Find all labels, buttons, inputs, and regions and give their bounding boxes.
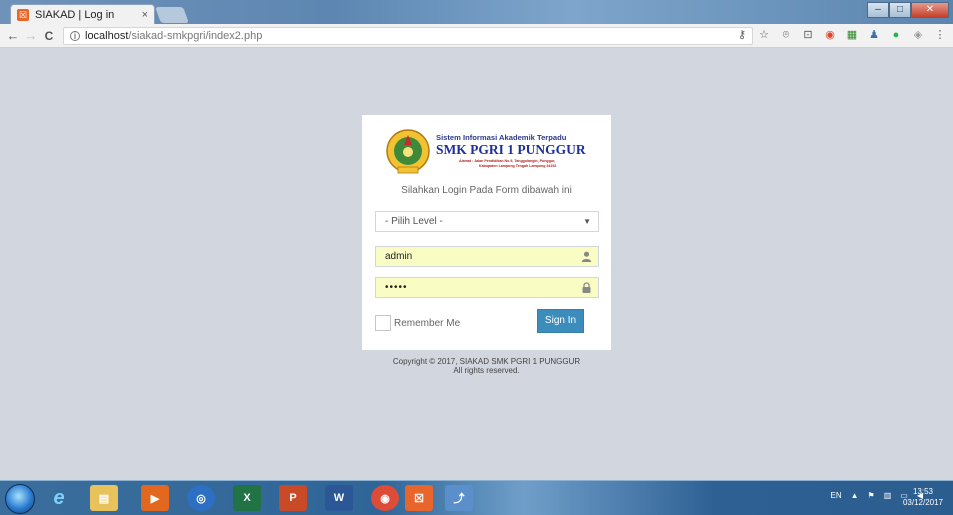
puzzle-icon[interactable]: ◈ xyxy=(911,28,925,42)
word-icon[interactable]: W xyxy=(325,485,353,511)
window-controls: – □ ✕ xyxy=(867,2,949,18)
chat-icon[interactable]: ● xyxy=(889,28,903,42)
screen: { "browser": { "tab_title": "SIAKAD | Lo… xyxy=(0,0,953,515)
emblem-icon xyxy=(386,129,430,174)
tab-close-icon[interactable]: × xyxy=(142,9,148,21)
excel-icon[interactable]: X xyxy=(233,485,261,511)
extension-icons: ⚷ ☆ ⌾ ⊡ ◉ ▦ ♟ ● ◈ ⋮ xyxy=(735,28,947,42)
star-icon[interactable]: ☆ xyxy=(757,28,771,42)
tab-title: SIAKAD | Log in xyxy=(35,8,115,21)
pinned-app-icon[interactable]: ⤴ xyxy=(445,485,473,511)
screenshot-icon[interactable]: ⊡ xyxy=(801,28,815,42)
username-value: admin xyxy=(385,251,413,262)
sign-in-button[interactable]: Sign In xyxy=(537,309,584,333)
file-explorer-icon[interactable]: ▤ xyxy=(90,485,118,511)
remember-me[interactable]: Remember Me xyxy=(375,315,460,331)
svg-text:Kabupaten Lampung Tengah Lamp: Kabupaten Lampung Tengah Lampung 34152 xyxy=(479,164,556,168)
password-value: ••••• xyxy=(385,282,408,293)
url-host: localhost xyxy=(85,30,129,42)
clock-date: 03/12/2017 xyxy=(902,498,943,507)
address-bar[interactable]: i localhost/siakad-smkpgri/index2.php xyxy=(63,27,753,45)
key-icon[interactable]: ⚷ xyxy=(735,28,749,42)
svg-text:Alamat : Jalan Pendidikan No.9: Alamat : Jalan Pendidikan No.9, Tanggula… xyxy=(459,159,555,163)
cast-icon[interactable]: ⌾ xyxy=(779,28,793,42)
svg-text:Sistem Informasi Akademik Terp: Sistem Informasi Akademik Terpadu xyxy=(436,133,567,142)
internet-explorer-icon[interactable]: e xyxy=(45,485,73,511)
flag-icon[interactable]: ⚑ xyxy=(868,491,875,500)
network-icon[interactable]: ▥ xyxy=(884,491,892,500)
clock-time: 13:53 xyxy=(912,487,933,496)
copyright-line-2: All rights reserved. xyxy=(453,366,520,375)
clock[interactable]: 13:53 03/12/2017 xyxy=(903,486,943,508)
copyright: Copyright © 2017, SIAKAD SMK PGRI 1 PUNG… xyxy=(362,357,611,375)
user-icon[interactable]: ♟ xyxy=(867,28,881,42)
tray-expand-icon[interactable]: ▲ xyxy=(851,491,859,500)
record-icon[interactable]: ◉ xyxy=(823,28,837,42)
close-window-button[interactable]: ✕ xyxy=(911,2,949,18)
school-logo: Sistem Informasi Akademik Terpadu SMK PG… xyxy=(386,129,586,174)
chevron-down-icon: ▼ xyxy=(583,217,591,226)
copyright-line-1: Copyright © 2017, SIAKAD SMK PGRI 1 PUNG… xyxy=(392,357,581,366)
media-player-icon[interactable]: ▶ xyxy=(141,485,169,511)
remember-label: Remember Me xyxy=(394,317,461,329)
forward-button[interactable]: → xyxy=(22,28,40,43)
browser-toolbar: ← → C i localhost/siakad-smkpgri/index2.… xyxy=(0,24,953,48)
menu-icon[interactable]: ⋮ xyxy=(933,28,947,42)
powerpoint-icon[interactable]: P xyxy=(279,485,307,511)
new-tab-button[interactable] xyxy=(155,7,189,23)
start-button[interactable] xyxy=(5,484,35,514)
level-select-value: - Pilih Level - xyxy=(385,216,443,227)
maximize-button[interactable]: □ xyxy=(889,2,911,18)
chrome-icon[interactable]: ◉ xyxy=(371,485,399,511)
browser-titlebar: ☒ SIAKAD | Log in × – □ ✕ xyxy=(0,0,953,24)
remember-checkbox[interactable] xyxy=(375,315,391,331)
login-message: Silahkan Login Pada Form dibawah ini xyxy=(401,185,572,196)
lock-icon xyxy=(582,282,591,293)
language-indicator[interactable]: EN xyxy=(831,491,842,500)
browser-tab[interactable]: ☒ SIAKAD | Log in × xyxy=(10,4,155,24)
teamviewer-icon[interactable]: ◎ xyxy=(187,485,215,511)
xampp-icon[interactable]: ☒ xyxy=(405,485,433,511)
password-input[interactable]: ••••• xyxy=(375,277,599,298)
svg-text:SMK PGRI 1 PUNGGUR: SMK PGRI 1 PUNGGUR xyxy=(436,142,586,157)
username-input[interactable]: admin xyxy=(375,246,599,267)
user-icon xyxy=(581,251,592,262)
back-button[interactable]: ← xyxy=(4,28,22,43)
url-path: /siakad-smkpgri/index2.php xyxy=(128,30,263,42)
monitor-icon[interactable]: ▦ xyxy=(845,28,859,42)
favicon-icon: ☒ xyxy=(17,8,29,21)
reload-button[interactable]: C xyxy=(40,29,58,43)
login-box: Sistem Informasi Akademik Terpadu SMK PG… xyxy=(362,115,611,350)
info-icon[interactable]: i xyxy=(70,31,80,42)
minimize-button[interactable]: – xyxy=(867,2,889,18)
taskbar: e ▤ ▶ ◎ X P W ◉ ☒ ⤴ EN ▲ ⚑ ▥ ▭ ◀ 13:53 0… xyxy=(0,480,953,515)
level-select[interactable]: - Pilih Level - ▼ xyxy=(375,211,599,232)
